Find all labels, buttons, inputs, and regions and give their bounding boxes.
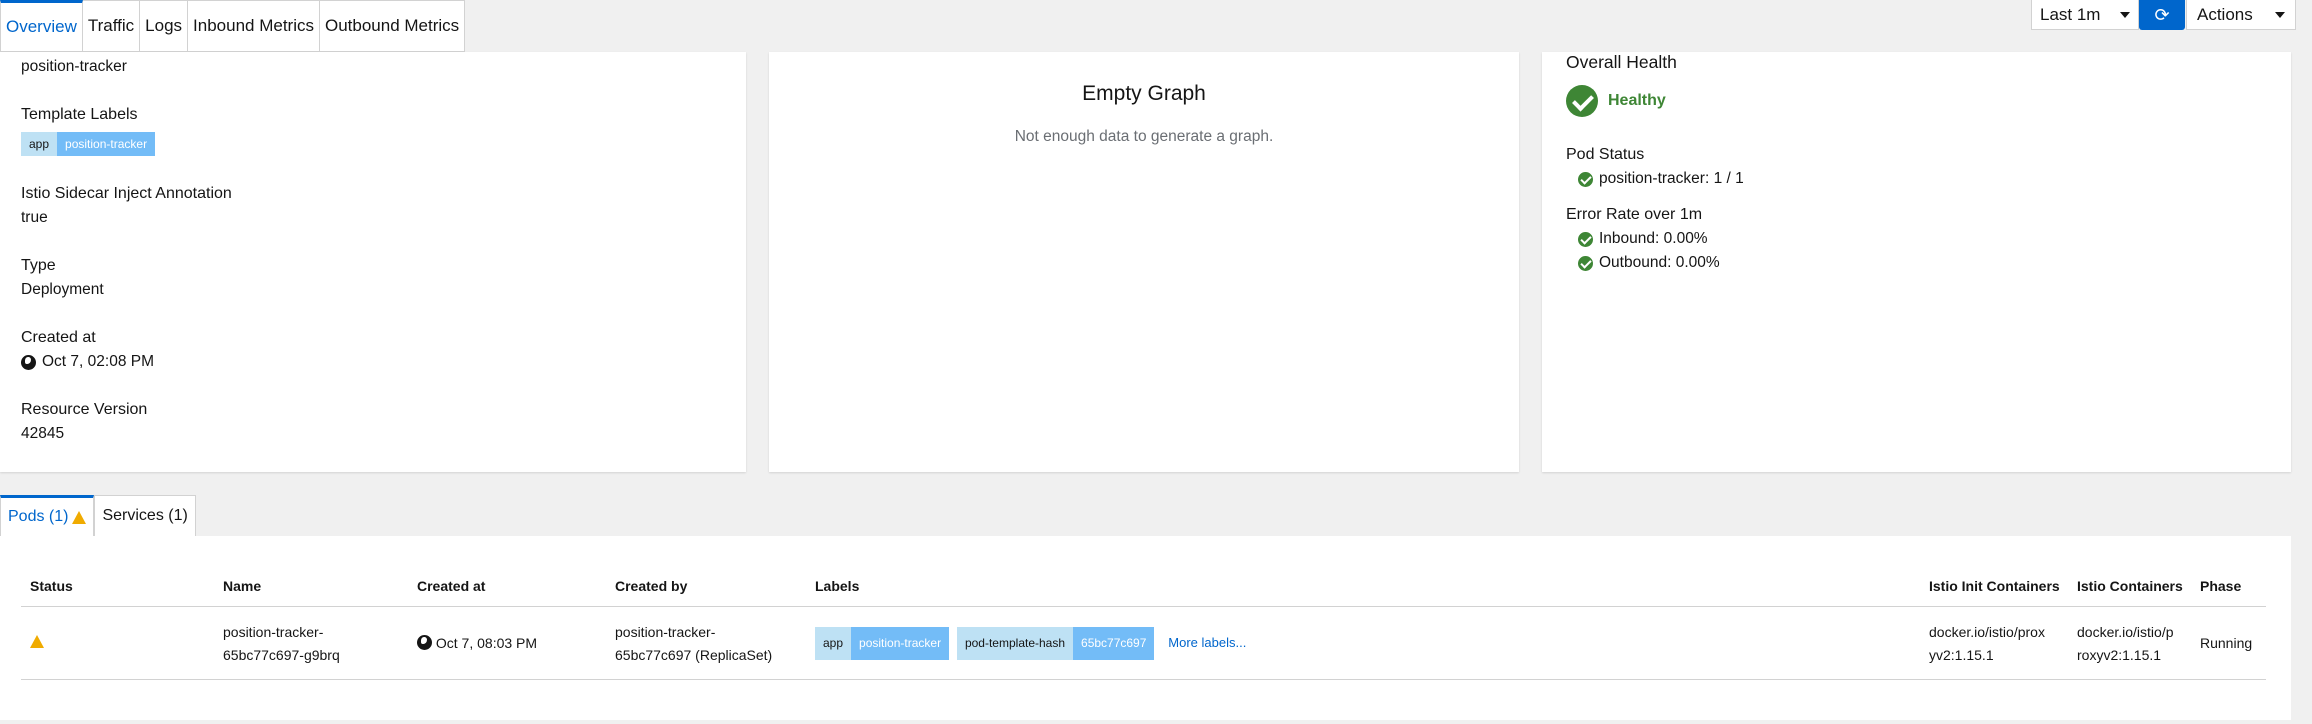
error-rate-section: Error Rate over 1m Inbound: 0.00% Outbou… (1566, 206, 1720, 271)
type-field: Type Deployment (21, 257, 104, 298)
tab-services[interactable]: Services (1) (94, 495, 196, 537)
column-header[interactable]: Created by (606, 564, 806, 607)
column-header[interactable]: Status (21, 564, 214, 607)
caret-down-icon (2120, 11, 2130, 18)
pods-table: Status Name Created at Created by Labels… (21, 564, 2266, 680)
check-circle-icon (1578, 171, 1593, 187)
pod-name[interactable]: position-tracker- 65bc77c697-g9brq (223, 621, 408, 667)
pods-panel: Status Name Created at Created by Labels… (0, 536, 2291, 720)
tab-traffic[interactable]: Traffic (82, 0, 141, 52)
bottom-tabs: Pods (1) Services (1) (0, 495, 196, 537)
toolbar: Last 1m ⟳ Actions (2031, 0, 2296, 30)
column-header[interactable]: Phase (2191, 564, 2266, 607)
table-row: position-tracker- 65bc77c697-g9brq Oct 7… (21, 606, 2266, 680)
istio-annotation-field: Istio Sidecar Inject Annotation true (21, 185, 232, 226)
column-header[interactable]: Name (214, 564, 408, 607)
tab-pods[interactable]: Pods (1) (0, 495, 95, 537)
pod-phase: Running (2191, 606, 2266, 680)
refresh-button[interactable]: ⟳ (2139, 0, 2185, 30)
time-range-select[interactable]: Last 1m (2031, 0, 2139, 30)
tab-overview[interactable]: Overview (0, 0, 83, 52)
check-circle-icon (1578, 231, 1593, 247)
workload-details-card: position-tracker Template Labels app pos… (0, 52, 746, 472)
column-header[interactable]: Istio Containers (2068, 564, 2191, 607)
time-range-label: Last 1m (2040, 4, 2101, 24)
actions-label: Actions (2197, 4, 2253, 24)
tab-inbound-metrics[interactable]: Inbound Metrics (188, 0, 320, 52)
empty-graph-title: Empty Graph (1082, 82, 1206, 105)
warning-icon (72, 510, 87, 524)
resource-version-field: Resource Version 42845 (21, 401, 148, 442)
pod-created-by[interactable]: position-tracker- 65bc77c697 (ReplicaSet… (615, 621, 806, 667)
health-status: Healthy (1566, 85, 1666, 117)
health-card: Overall Health Healthy Pod Status positi… (1542, 52, 2291, 472)
main-tabs: Overview Traffic Logs Inbound Metrics Ou… (0, 0, 466, 52)
pod-created-at: Oct 7, 08:03 PM (435, 635, 538, 651)
globe-icon (417, 635, 432, 650)
actions-dropdown[interactable]: Actions (2186, 0, 2296, 30)
check-circle-icon (1566, 85, 1598, 117)
refresh-icon: ⟳ (2154, 4, 2170, 25)
template-labels-field: Template Labels app position-tracker (21, 106, 156, 156)
caret-down-icon (2275, 11, 2285, 18)
label-value: position-tracker (57, 132, 156, 156)
tab-outbound-metrics[interactable]: Outbound Metrics (319, 0, 466, 52)
more-labels-link[interactable]: More labels... (1168, 635, 1246, 650)
pod-status-section: Pod Status position-tracker: 1 / 1 (1566, 146, 1744, 187)
column-header[interactable]: Created at (408, 564, 606, 607)
column-header[interactable]: Labels (806, 564, 1920, 607)
label-key: app (21, 132, 58, 156)
pod-label-app[interactable]: app position-tracker (815, 627, 950, 660)
warning-icon[interactable] (30, 635, 44, 648)
column-header[interactable]: Istio Init Containers (1920, 564, 2068, 607)
check-circle-icon (1578, 255, 1593, 271)
graph-card: Empty Graph Not enough data to generate … (769, 52, 1519, 472)
workload-name: position-tracker (21, 58, 127, 75)
globe-icon (21, 354, 36, 370)
template-label[interactable]: app position-tracker (21, 132, 156, 156)
overall-health-title: Overall Health (1566, 52, 1677, 72)
tab-logs[interactable]: Logs (140, 0, 189, 52)
empty-graph-subtitle: Not enough data to generate a graph. (1014, 128, 1274, 145)
pod-label-template-hash[interactable]: pod-template-hash 65bc77c697 (956, 627, 1155, 660)
created-at-field: Created at Oct 7, 02:08 PM (21, 329, 154, 370)
